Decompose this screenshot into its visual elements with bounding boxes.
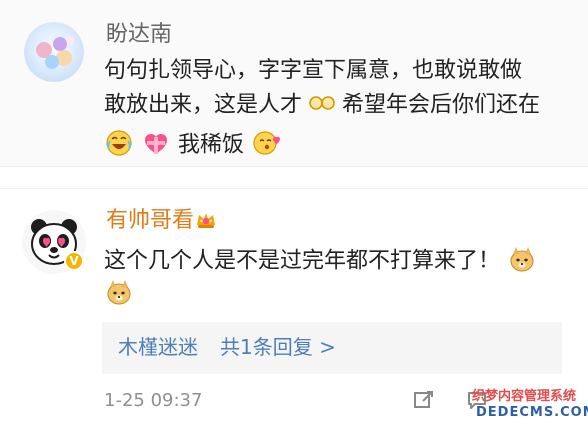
share-icon[interactable] <box>412 388 436 412</box>
comment-text-bottom: 这个几个人是不是过完年都不打算来了！ <box>104 244 537 279</box>
user-avatar-top[interactable] <box>24 22 84 82</box>
avatar-icon <box>24 22 84 82</box>
comment-text-line-3: 我稀饭 <box>104 129 281 162</box>
crown-emoji-icon <box>193 208 219 232</box>
watermark-domain: DEDECMS.COM <box>476 405 588 420</box>
username-bottom[interactable]: 有帅哥看 <box>106 210 194 232</box>
comment-text-bottom-content: 这个几个人是不是过完年都不打算来了！ <box>104 248 501 274</box>
reply-count-link[interactable]: 共1条回复 > <box>220 337 336 357</box>
comment-text-line-1: 句句扎领导心，字字宣下属意，也敢说敢做 <box>104 58 523 83</box>
site-watermark: 织梦内容管理系统 DEDECMS.COM <box>472 389 588 424</box>
comment-text-line-2b: 希望年会后你们还在 <box>342 92 541 118</box>
kiss-emoji-icon <box>251 129 281 162</box>
comment-card-top <box>0 0 588 167</box>
verified-badge-icon: V <box>64 251 84 271</box>
doge-emoji-icon-second <box>104 277 134 307</box>
comment-timestamp: 1-25 09:37 <box>104 390 203 411</box>
comment-text-line-2a: 敢放出来，这是人才 <box>104 92 303 118</box>
username-top[interactable]: 盼达南 <box>106 24 172 46</box>
laughing-emoji-icon <box>104 129 134 162</box>
watermark-title: 织梦内容管理系统 <box>472 389 577 404</box>
doge-emoji-icon <box>507 244 537 279</box>
comment-text-line-3a: 我稀饭 <box>178 132 245 158</box>
heart-gift-emoji-icon <box>141 129 171 162</box>
reply-preview-name[interactable]: 木槿迷迷 <box>118 337 198 357</box>
comment-text-line-2: 敢放出来，这是人才 希望年会后你们还在 <box>104 94 540 117</box>
glasses-emoji-icon <box>309 94 335 117</box>
card-separator <box>0 167 588 187</box>
